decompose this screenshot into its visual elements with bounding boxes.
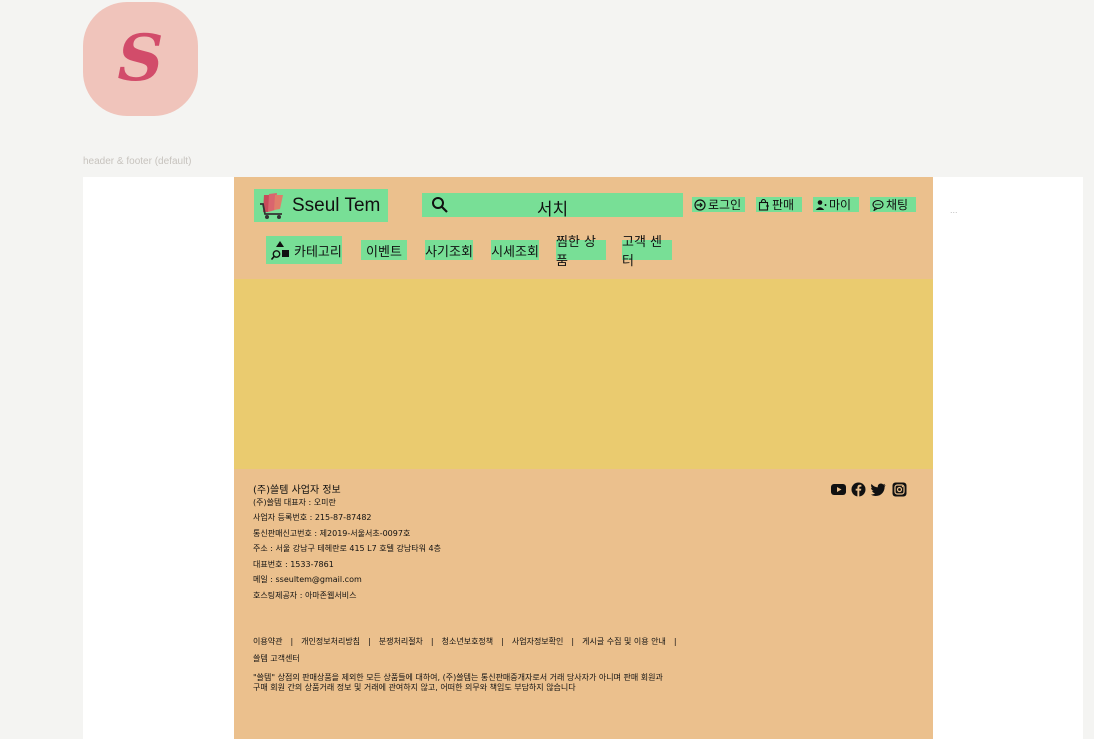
twitter-icon[interactable] xyxy=(871,482,886,497)
link-separator: | xyxy=(501,637,504,646)
link-customer-center[interactable]: 쓸템 고객센터 xyxy=(253,653,300,664)
nav-buy[interactable]: 사기조회 xyxy=(425,240,473,260)
nav-support[interactable]: 고객 센터 xyxy=(622,235,672,269)
nav-price[interactable]: 시세조회 xyxy=(491,240,539,260)
login-icon xyxy=(694,198,706,211)
app-icon-letter: S xyxy=(117,21,164,96)
nav-event[interactable]: 이벤트 xyxy=(361,240,407,260)
sell-button[interactable]: 판매 xyxy=(756,197,802,212)
link-privacy[interactable]: 개인정보처리방침 xyxy=(301,636,360,647)
nav-category[interactable]: 카테고리 xyxy=(266,236,342,264)
footer-links: 이용약관 | 개인정보처리방침 | 분쟁처리절차 | 청소년보호정책 | 사업자… xyxy=(253,636,685,664)
link-separator: | xyxy=(430,637,434,646)
category-icon xyxy=(271,240,289,260)
shopping-cart-logo-icon xyxy=(260,192,283,219)
app-icon: S xyxy=(83,2,198,116)
link-separator: | xyxy=(673,637,677,646)
link-terms[interactable]: 이용약관 xyxy=(253,636,282,647)
disclaimer-line: "쓸템" 상점의 판매상품을 제외한 모든 상품들에 대하여, (주)쓸템는 통… xyxy=(253,673,663,682)
shopping-bag-icon xyxy=(758,198,769,211)
chat-button[interactable]: 채팅 xyxy=(870,197,916,212)
nav-wishlist[interactable]: 찜한 상품 xyxy=(556,235,606,269)
logo-text: Sseul Tem xyxy=(292,194,381,216)
link-separator: | xyxy=(571,637,575,646)
info-email: 메일 : sseultem@gmail.com xyxy=(253,575,362,584)
my-button[interactable]: 마이 xyxy=(813,197,859,212)
link-youth-policy[interactable]: 청소년보호정책 xyxy=(442,636,494,647)
facebook-icon[interactable] xyxy=(851,482,866,497)
user-icon xyxy=(815,199,827,210)
link-dispute[interactable]: 분쟁처리절차 xyxy=(379,636,423,647)
footer: (주)쓸템 사업자 정보 (주)쓸템 대표자 : 오미란 사업자 등록번호 : … xyxy=(234,469,933,739)
footer-disclaimer: "쓸템" 상점의 판매상품을 제외한 모든 상품들에 대하여, (주)쓸템는 통… xyxy=(253,673,663,693)
page: Sseul Tem 서치 로그인 판매 마이 채팅 카테고리 이벤트 사기조회 … xyxy=(234,177,933,739)
link-separator: | xyxy=(368,637,371,646)
instagram-icon[interactable] xyxy=(892,482,907,497)
login-button[interactable]: 로그인 xyxy=(692,197,745,212)
company-info-title: (주)쓸템 사업자 정보 xyxy=(253,485,341,496)
my-label: 마이 xyxy=(829,198,852,212)
footer-links-row: 이용약관 | 개인정보처리방침 | 분쟁처리절차 | 청소년보호정책 | 사업자… xyxy=(253,636,685,647)
chat-label: 채팅 xyxy=(886,198,909,212)
info-business-number: 사업자 등록번호 : 215-87-87482 xyxy=(253,513,372,522)
link-separator: | xyxy=(290,637,294,646)
sell-label: 판매 xyxy=(772,198,795,212)
info-address: 주소 : 서울 강남구 테헤란로 415 L7 호텔 강남타워 4층 xyxy=(253,544,441,553)
frame-label: header & footer (default) xyxy=(83,156,192,167)
link-post-collection[interactable]: 게시글 수집 및 이용 안내 xyxy=(582,636,666,647)
info-ceo: (주)쓸템 대표자 : 오미란 xyxy=(253,498,336,507)
info-hosting: 호스팅제공자 : 아마존웹서비스 xyxy=(253,591,357,600)
disclaimer-line: 구매 회원 간의 상품거래 정보 및 거래에 관여하지 않고, 어떠한 의무와 … xyxy=(253,683,576,692)
link-business-check[interactable]: 사업자정보확인 xyxy=(512,636,564,647)
frame-ellipsis: ... xyxy=(950,205,958,215)
chat-icon xyxy=(872,199,884,211)
info-phone: 대표번호 : 1533-7861 xyxy=(253,560,334,569)
youtube-icon[interactable] xyxy=(831,482,846,497)
header: Sseul Tem 서치 로그인 판매 마이 채팅 카테고리 이벤트 사기조회 … xyxy=(234,177,933,279)
footer-links-row: 쓸템 고객센터 xyxy=(253,653,685,664)
info-ecommerce-number: 통신판매신고번호 : 제2019-서울서초-0097호 xyxy=(253,529,411,538)
login-label: 로그인 xyxy=(708,198,742,212)
banner-placeholder xyxy=(234,279,933,469)
nav-category-label: 카테고리 xyxy=(294,244,342,260)
logo[interactable]: Sseul Tem xyxy=(254,189,388,222)
search-input[interactable]: 서치 xyxy=(422,195,683,220)
search-bar[interactable]: 서치 xyxy=(422,193,683,220)
